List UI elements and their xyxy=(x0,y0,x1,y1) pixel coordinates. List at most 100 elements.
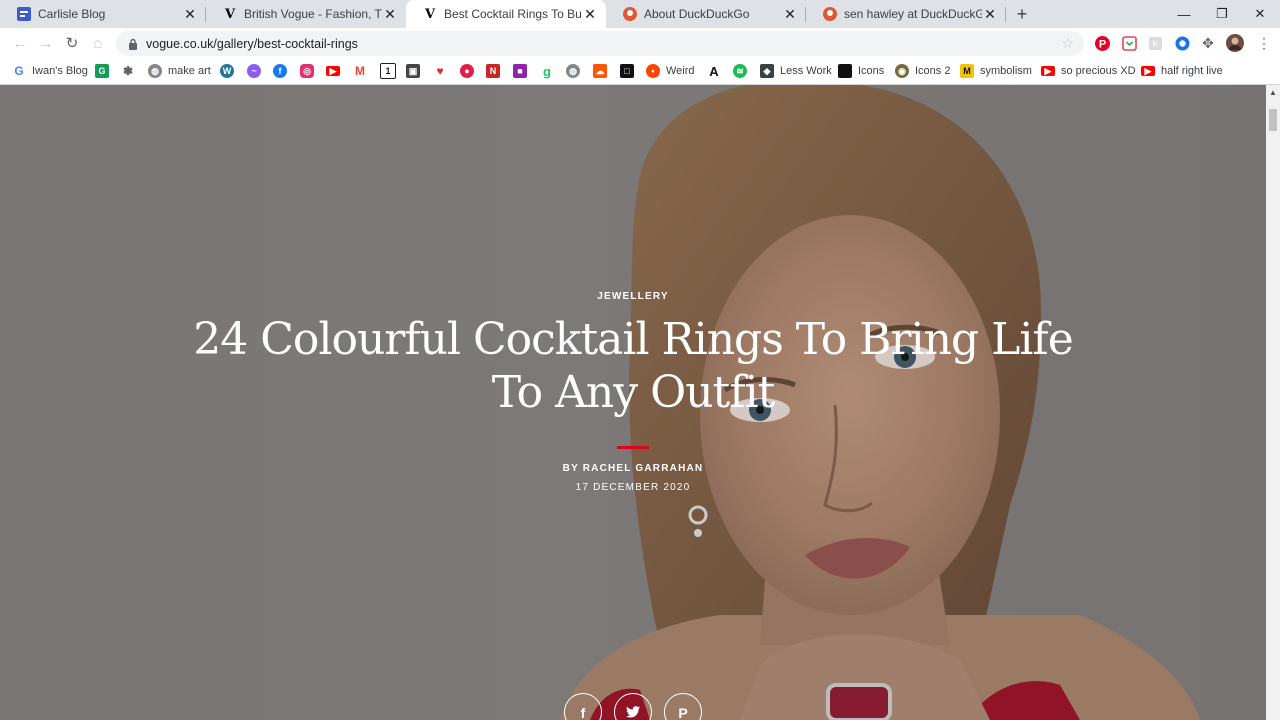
photo-icon: ▣ xyxy=(406,64,420,78)
reload-button[interactable]: ↻ xyxy=(60,31,84,55)
bookmark-item[interactable]: G xyxy=(95,63,109,79)
bookmark-item[interactable]: Icons xyxy=(838,63,884,79)
bookmark-item[interactable]: 1 xyxy=(380,63,396,79)
bookmark-item[interactable]: f xyxy=(273,63,287,79)
bookmark-item[interactable]: • Weird xyxy=(646,63,695,79)
bookmark-item[interactable]: ◍ make art xyxy=(148,63,211,79)
bookmark-item[interactable]: M xyxy=(353,63,367,79)
bookmark-item[interactable]: A xyxy=(707,63,721,79)
bird-icon: ♥ xyxy=(436,64,444,78)
bookmark-star-icon[interactable]: ☆ xyxy=(1061,35,1074,52)
bookmark-label: Icons 2 xyxy=(915,65,951,77)
bookmark-item[interactable]: ▶ half right live xyxy=(1141,63,1223,79)
bookmark-item[interactable]: ◆ Less Work xyxy=(760,63,832,79)
minimize-button[interactable]: — xyxy=(1165,0,1203,28)
arrow-left-icon: ← xyxy=(12,34,28,52)
youtube-icon: ▶ xyxy=(326,66,340,76)
tab-cocktail-rings[interactable]: V Best Cocktail Rings To Buy Now: T ✕ xyxy=(406,0,606,28)
g-icon: g xyxy=(543,63,551,79)
duckduckgo-icon xyxy=(822,6,838,22)
close-icon[interactable]: ✕ xyxy=(182,6,198,22)
facebook-icon: f xyxy=(273,64,287,78)
bookmark-label: so precious XD xyxy=(1061,65,1136,77)
coin-icon: ◉ xyxy=(895,64,909,78)
vogue-icon: V xyxy=(224,6,236,22)
tab-carlisle-blog[interactable]: Carlisle Blog ✕ xyxy=(0,0,206,28)
arrow-right-icon: → xyxy=(38,34,54,52)
bookmark-item[interactable]: ≋ xyxy=(733,63,747,79)
avatar[interactable] xyxy=(1226,34,1244,52)
bookmark-item[interactable]: ■ xyxy=(513,63,527,79)
reddit-icon: • xyxy=(646,64,660,78)
forward-button[interactable]: → xyxy=(34,31,58,55)
bookmark-item[interactable]: ● xyxy=(460,63,474,79)
close-icon[interactable]: ✕ xyxy=(582,6,598,22)
vertical-scrollbar[interactable]: ▲ xyxy=(1266,85,1280,720)
globe-icon: ◍ xyxy=(566,64,580,78)
puzzle-icon[interactable]: ✥ xyxy=(1200,35,1216,51)
bookmark-item[interactable]: G Iwan's Blog xyxy=(12,63,88,79)
bookmark-item[interactable]: W xyxy=(220,63,234,79)
svg-text:K: K xyxy=(1152,39,1158,49)
bookmark-item[interactable]: N xyxy=(486,63,500,79)
bookmark-label: Less Work xyxy=(780,65,832,77)
close-icon[interactable]: ✕ xyxy=(382,6,398,22)
bookmark-item[interactable]: □ xyxy=(620,63,634,79)
soundcloud-icon: ☁ xyxy=(593,64,607,78)
blogger-icon xyxy=(16,6,32,22)
tab-title: Carlisle Blog xyxy=(38,7,106,21)
bookmarks-bar: G Iwan's Blog G ❃ ◍ make art W ~ f ◎ ▶ M… xyxy=(0,58,1280,85)
tab-about-duckduckgo[interactable]: About DuckDuckGo ✕ xyxy=(606,0,806,28)
tab-british-vogue[interactable]: V British Vogue - Fashion, Trends, L ✕ xyxy=(206,0,406,28)
new-tab-button[interactable]: + xyxy=(1011,3,1033,25)
bookmark-item[interactable]: ◍ xyxy=(566,63,580,79)
bookmark-label: make art xyxy=(168,65,211,77)
close-window-button[interactable]: ✕ xyxy=(1241,0,1279,28)
bookmark-item[interactable]: ▶ xyxy=(326,63,340,79)
pocket-icon[interactable] xyxy=(1121,35,1137,51)
scroll-up-icon[interactable]: ▲ xyxy=(1266,85,1280,99)
bookmark-item[interactable]: g xyxy=(540,63,554,79)
mandala-icon: ❃ xyxy=(122,64,134,78)
bookmark-item[interactable]: M symbolism xyxy=(960,63,1032,79)
letter-a-icon: A xyxy=(709,63,719,79)
tab-strip: Carlisle Blog ✕ V British Vogue - Fashio… xyxy=(0,0,1280,28)
category-link[interactable]: JEWELLERY xyxy=(0,291,1266,302)
app-icon: G xyxy=(95,64,109,78)
bookmark-item[interactable]: ~ xyxy=(247,63,261,79)
close-icon[interactable]: ✕ xyxy=(982,6,998,22)
close-icon[interactable]: ✕ xyxy=(782,6,798,22)
bookmark-item[interactable]: ▣ xyxy=(406,63,420,79)
black-square-icon xyxy=(838,64,852,78)
restore-icon: ❐ xyxy=(1216,6,1228,21)
bookmark-item[interactable]: ◎ xyxy=(300,63,314,79)
menu-dots-icon[interactable]: ⋮ xyxy=(1256,35,1272,51)
globe-icon: ◍ xyxy=(148,64,162,78)
restore-button[interactable]: ❐ xyxy=(1203,0,1241,28)
shield-icon[interactable] xyxy=(1174,35,1190,51)
publish-date: 17 DECEMBER 2020 xyxy=(575,482,691,493)
square-icon: □ xyxy=(620,64,634,78)
author-byline[interactable]: BY RACHEL GARRAHAN xyxy=(0,463,1266,474)
bookmark-item[interactable]: ♥ xyxy=(433,63,447,79)
tab-title: Best Cocktail Rings To Buy Now: T xyxy=(444,7,582,21)
back-button[interactable]: ← xyxy=(8,31,32,55)
gmail-icon: M xyxy=(355,64,365,78)
scroll-thumb[interactable] xyxy=(1269,109,1277,131)
pinterest-icon[interactable]: P xyxy=(1094,35,1110,51)
squares-icon: ■ xyxy=(513,64,527,78)
reload-icon: ↻ xyxy=(65,35,79,52)
bookmark-item[interactable]: ☁ xyxy=(593,63,607,79)
bookmark-item[interactable]: ▶ so precious XD xyxy=(1041,63,1136,79)
home-button[interactable]: ⌂ xyxy=(86,31,110,55)
url-text: vogue.co.uk/gallery/best-cocktail-rings xyxy=(146,36,358,51)
tab-sen-hawley[interactable]: sen hawley at DuckDuckGo ✕ xyxy=(806,0,1006,28)
extension-k-icon[interactable]: K xyxy=(1147,35,1163,51)
twitter-icon xyxy=(626,705,640,720)
bookmark-item[interactable]: ◉ Icons 2 xyxy=(895,63,950,79)
vogue-icon: V xyxy=(424,6,436,22)
address-bar[interactable]: vogue.co.uk/gallery/best-cocktail-rings … xyxy=(116,31,1084,56)
browser-toolbar: ← → ↻ ⌂ vogue.co.uk/gallery/best-cocktai… xyxy=(0,28,1280,58)
youtube-icon: ▶ xyxy=(1141,66,1155,76)
bookmark-item[interactable]: ❃ xyxy=(121,63,135,79)
